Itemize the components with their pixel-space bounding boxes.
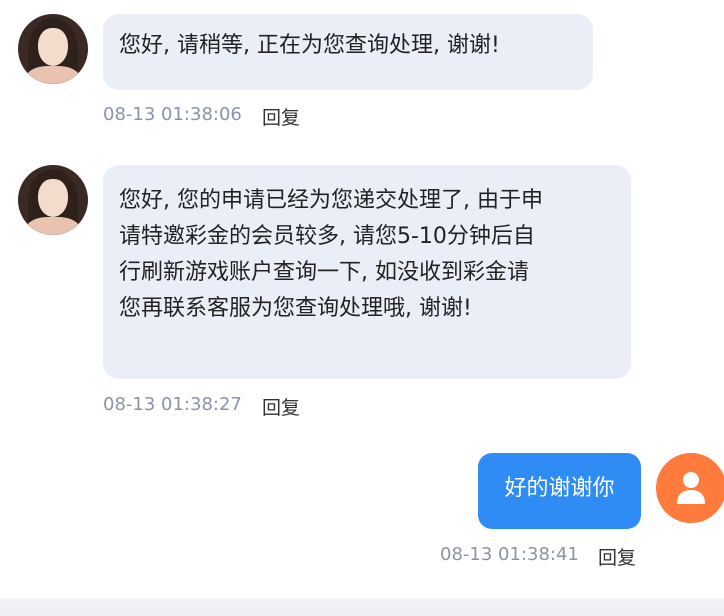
message-line: 行刷新游戏账户查询一下, 如没收到彩金请 bbox=[119, 260, 529, 285]
message-line: 您再联系客服为您查询处理哦, 谢谢! bbox=[119, 296, 472, 321]
message-text: 好的谢谢你 bbox=[504, 476, 615, 501]
message-line: 您好, 您的申请已经为您递交处理了, 由于申 bbox=[119, 188, 543, 213]
reply-button[interactable]: 回复 bbox=[598, 543, 636, 570]
bottom-edge bbox=[0, 598, 724, 616]
agent-avatar bbox=[18, 14, 88, 84]
reply-button[interactable]: 回复 bbox=[262, 103, 300, 130]
user-message-bubble: 好的谢谢你 bbox=[478, 453, 641, 529]
agent-message-bubble: 您好, 请稍等, 正在为您查询处理, 谢谢! bbox=[103, 14, 593, 90]
message-timestamp: 08-13 01:38:41 bbox=[440, 544, 579, 565]
user-avatar bbox=[656, 453, 724, 523]
message-timestamp: 08-13 01:38:27 bbox=[103, 394, 242, 415]
agent-message-bubble: 您好, 您的申请已经为您递交处理了, 由于申 请特邀彩金的会员较多, 请您5-1… bbox=[103, 165, 631, 379]
message-line: 请特邀彩金的会员较多, 请您5-10分钟后自 bbox=[119, 224, 535, 249]
user-silhouette-icon bbox=[677, 472, 705, 504]
message-timestamp: 08-13 01:38:06 bbox=[103, 104, 242, 125]
message-text: 您好, 请稍等, 正在为您查询处理, 谢谢! bbox=[119, 33, 500, 58]
chat-thread: 您好, 请稍等, 正在为您查询处理, 谢谢! 08-13 01:38:06 回复… bbox=[0, 0, 724, 616]
reply-button[interactable]: 回复 bbox=[262, 393, 300, 420]
agent-avatar bbox=[18, 165, 88, 235]
